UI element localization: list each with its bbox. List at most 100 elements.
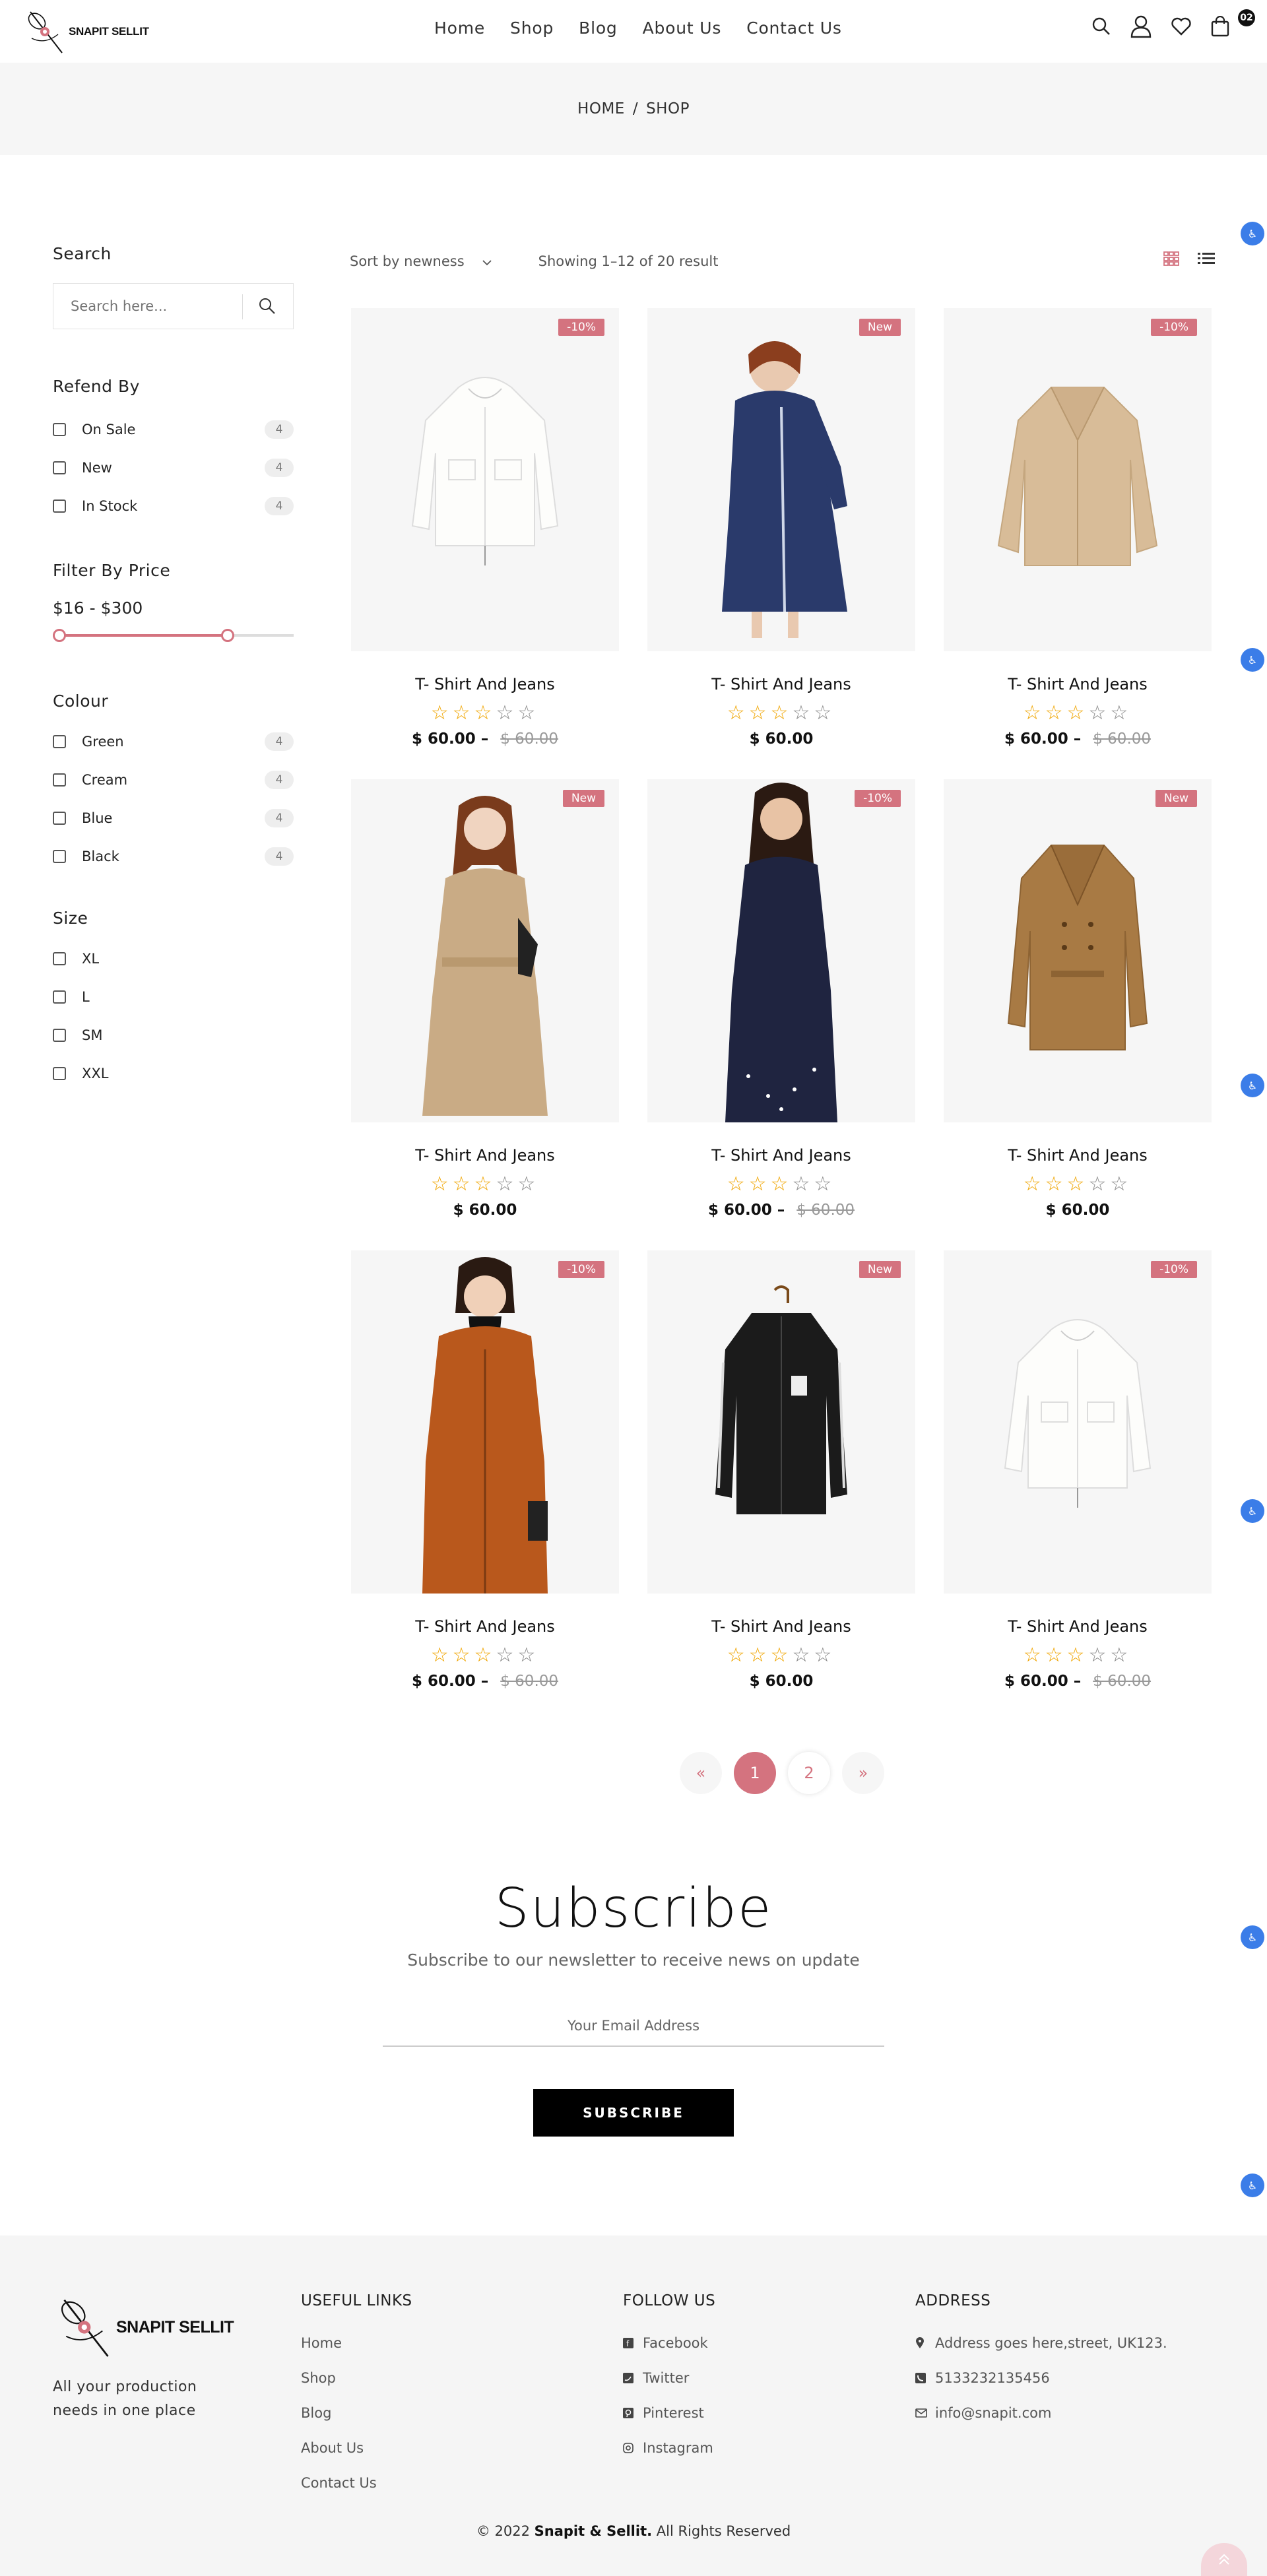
product-title[interactable]: T- Shirt And Jeans <box>647 1146 915 1165</box>
accessibility-widget-icon[interactable]: ♿ <box>1241 1074 1264 1097</box>
colour-option-cream[interactable]: Cream 4 <box>53 761 294 799</box>
product-image[interactable]: -10% <box>944 1250 1212 1594</box>
accessibility-widget-icon[interactable]: ♿ <box>1241 648 1264 672</box>
size-option-xxl[interactable]: XXL <box>53 1054 294 1093</box>
footer-phone[interactable]: 5133232135456 <box>915 2360 1167 2395</box>
breadcrumb-home[interactable]: HOME <box>577 100 625 117</box>
checkbox[interactable] <box>53 952 66 965</box>
nav-blog[interactable]: Blog <box>579 18 617 38</box>
checkbox[interactable] <box>53 990 66 1004</box>
header-actions: 02 <box>1091 9 1255 38</box>
size-option-sm[interactable]: SM <box>53 1016 294 1054</box>
search-input[interactable] <box>53 298 232 314</box>
footer-instagram-link[interactable]: Instagram <box>623 2430 715 2465</box>
checkbox[interactable] <box>53 1067 66 1080</box>
footer-link-blog[interactable]: Blog <box>301 2395 412 2430</box>
footer-link-contact-us[interactable]: Contact Us <box>301 2465 412 2500</box>
useful-links-heading: USEFUL LINKS <box>301 2292 412 2309</box>
checkbox[interactable] <box>53 1029 66 1042</box>
user-icon[interactable] <box>1130 15 1152 38</box>
product-image[interactable]: New <box>351 779 619 1122</box>
accessibility-widget-icon[interactable]: ♿ <box>1241 1925 1264 1949</box>
product-title[interactable]: T- Shirt And Jeans <box>647 1617 915 1636</box>
brand-logo[interactable]: SNAPIT SELLIT <box>25 5 150 58</box>
product-card[interactable]: New T- Shirt And Jeans ☆☆☆☆☆ $ 60.00 <box>647 1250 915 1706</box>
accessibility-widget-icon[interactable]: ♿ <box>1241 1499 1264 1523</box>
search-icon[interactable] <box>1091 16 1111 36</box>
pagination-page-2[interactable]: 2 <box>788 1752 830 1794</box>
pagination-prev[interactable]: « <box>680 1752 722 1794</box>
size-option-l[interactable]: L <box>53 978 294 1016</box>
pagination-next[interactable]: » <box>842 1752 884 1794</box>
product-image[interactable]: New <box>647 1250 915 1594</box>
scroll-to-top-button[interactable] <box>1201 2543 1247 2576</box>
star-icon: ☆☆☆ <box>727 1173 793 1196</box>
checkbox[interactable] <box>53 461 66 474</box>
product-image[interactable]: -10% <box>351 308 619 651</box>
product-image[interactable]: -10% <box>944 308 1212 651</box>
product-card[interactable]: -10% T- Shirt And Jeans ☆☆☆☆☆ $ 60.00 – … <box>351 308 619 763</box>
product-card[interactable]: -10% T- Shirt And Jeans ☆☆☆☆☆ $ 60.00 – … <box>351 1250 619 1706</box>
product-title[interactable]: T- Shirt And Jeans <box>351 1146 619 1165</box>
footer-twitter-link[interactable]: Twitter <box>623 2360 715 2395</box>
link-label: Twitter <box>643 2369 690 2386</box>
footer-logo[interactable]: SNAPIT SELLIT <box>57 2291 234 2364</box>
product-card[interactable]: -10% T- Shirt And Jeans ☆☆☆☆☆ $ 60.00 – … <box>647 779 915 1235</box>
checkbox[interactable] <box>53 499 66 513</box>
colour-option-green[interactable]: Green 4 <box>53 723 294 761</box>
wishlist-heart-icon[interactable] <box>1171 16 1192 36</box>
slider-max-handle[interactable] <box>221 629 235 642</box>
footer-facebook-link[interactable]: f Facebook <box>623 2325 715 2360</box>
product-card[interactable]: New T- Shirt And Jeans ☆☆☆☆☆ $ 60.00 <box>944 779 1212 1235</box>
accessibility-widget-icon[interactable]: ♿ <box>1241 2174 1264 2197</box>
accessibility-widget-icon[interactable]: ♿ <box>1241 222 1264 245</box>
colour-option-blue[interactable]: Blue 4 <box>53 799 294 837</box>
product-card[interactable]: -10% T- Shirt And Jeans ☆☆☆☆☆ $ 60.00 – … <box>944 308 1212 763</box>
product-card[interactable]: -10% T- Shirt And Jeans ☆☆☆☆☆ $ 60.00 – … <box>944 1250 1212 1706</box>
price-range-slider[interactable] <box>53 626 294 645</box>
refine-option-on-sale[interactable]: On Sale 4 <box>53 410 294 449</box>
refine-option-new[interactable]: New 4 <box>53 449 294 487</box>
product-image[interactable]: -10% <box>647 779 915 1122</box>
product-image[interactable]: -10% <box>351 1250 619 1594</box>
subscribe-button[interactable]: SUBSCRIBE <box>533 2089 734 2137</box>
footer-pinterest-link[interactable]: Pinterest <box>623 2395 715 2430</box>
nav-shop[interactable]: Shop <box>510 18 554 38</box>
sort-select[interactable]: Sort by newness <box>350 253 492 269</box>
checkbox[interactable] <box>53 423 66 436</box>
product-title[interactable]: T- Shirt And Jeans <box>351 1617 619 1636</box>
grid-view-icon[interactable] <box>1163 251 1180 269</box>
product-title[interactable]: T- Shirt And Jeans <box>351 675 619 693</box>
slider-min-handle[interactable] <box>53 629 66 642</box>
double-chevron-up-icon <box>1219 2554 1229 2565</box>
nav-home[interactable]: Home <box>434 18 485 38</box>
site-header: SNAPIT SELLIT Home Shop Blog About Us Co… <box>0 0 1267 63</box>
list-view-icon[interactable] <box>1197 251 1216 269</box>
checkbox[interactable] <box>53 735 66 748</box>
product-card[interactable]: New T- Shirt And Jeans ☆☆☆☆☆ $ 60.00 <box>351 779 619 1235</box>
product-title[interactable]: T- Shirt And Jeans <box>647 675 915 693</box>
footer-link-home[interactable]: Home <box>301 2325 412 2360</box>
nav-about-us[interactable]: About Us <box>643 18 722 38</box>
footer-link-shop[interactable]: Shop <box>301 2360 412 2395</box>
product-image[interactable]: New <box>647 308 915 651</box>
product-card[interactable]: New T- Shirt And Jeans ☆☆☆☆☆ $ 60.00 <box>647 308 915 763</box>
product-image[interactable]: New <box>944 779 1212 1122</box>
search-submit-icon[interactable] <box>258 297 276 318</box>
colour-option-black[interactable]: Black 4 <box>53 837 294 876</box>
copyright-brand[interactable]: Snapit & Sellit. <box>535 2523 652 2539</box>
pagination-page-1[interactable]: 1 <box>734 1752 776 1794</box>
subscribe-email-field[interactable]: Your Email Address <box>383 2006 884 2047</box>
product-title[interactable]: T- Shirt And Jeans <box>944 1617 1212 1636</box>
nav-contact-us[interactable]: Contact Us <box>746 18 842 38</box>
checkbox[interactable] <box>53 812 66 825</box>
refine-option-in-stock[interactable]: In Stock 4 <box>53 487 294 525</box>
size-option-xl[interactable]: XL <box>53 940 294 978</box>
cart-icon[interactable]: 02 <box>1210 9 1255 37</box>
checkbox[interactable] <box>53 773 66 787</box>
footer-email[interactable]: info@snapit.com <box>915 2395 1167 2430</box>
product-title[interactable]: T- Shirt And Jeans <box>944 675 1212 693</box>
checkbox[interactable] <box>53 850 66 863</box>
product-title[interactable]: T- Shirt And Jeans <box>944 1146 1212 1165</box>
footer-link-about-us[interactable]: About Us <box>301 2430 412 2465</box>
